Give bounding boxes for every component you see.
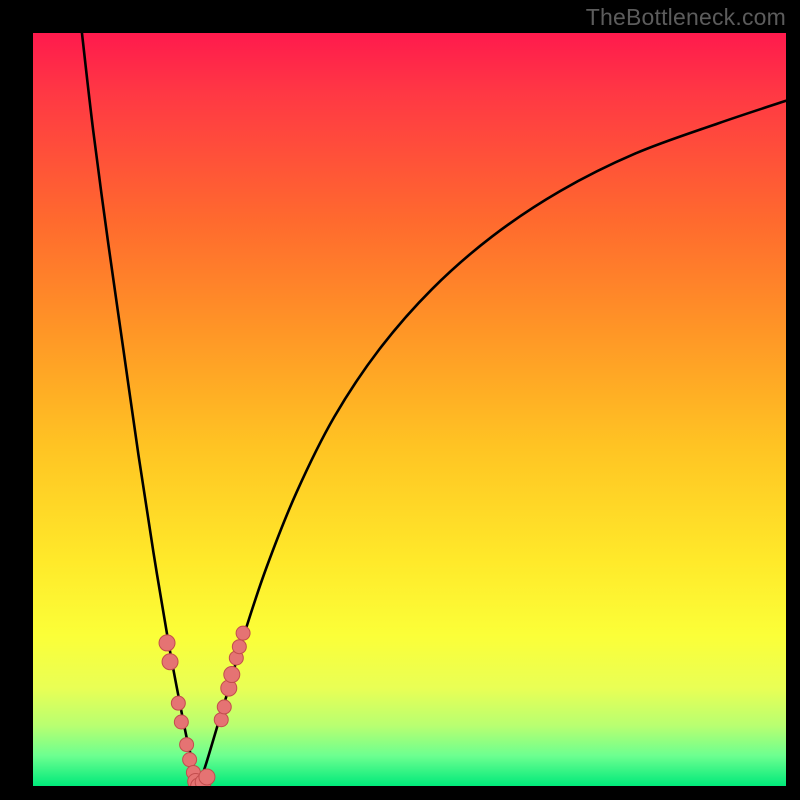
data-marker [232,640,246,654]
data-marker [159,635,175,651]
data-marker [217,700,231,714]
data-marker [236,626,250,640]
data-marker [199,769,215,785]
data-marker [162,654,178,670]
data-marker [174,715,188,729]
data-marker [214,713,228,727]
data-marker [224,667,240,683]
data-marker [183,753,197,767]
data-marker [180,738,194,752]
watermark-text: TheBottleneck.com [586,4,786,31]
chart-svg [0,0,800,800]
curve-left_branch [82,33,199,786]
chart-frame: TheBottleneck.com [0,0,800,800]
data-marker [171,696,185,710]
curve-right_branch [199,101,786,786]
